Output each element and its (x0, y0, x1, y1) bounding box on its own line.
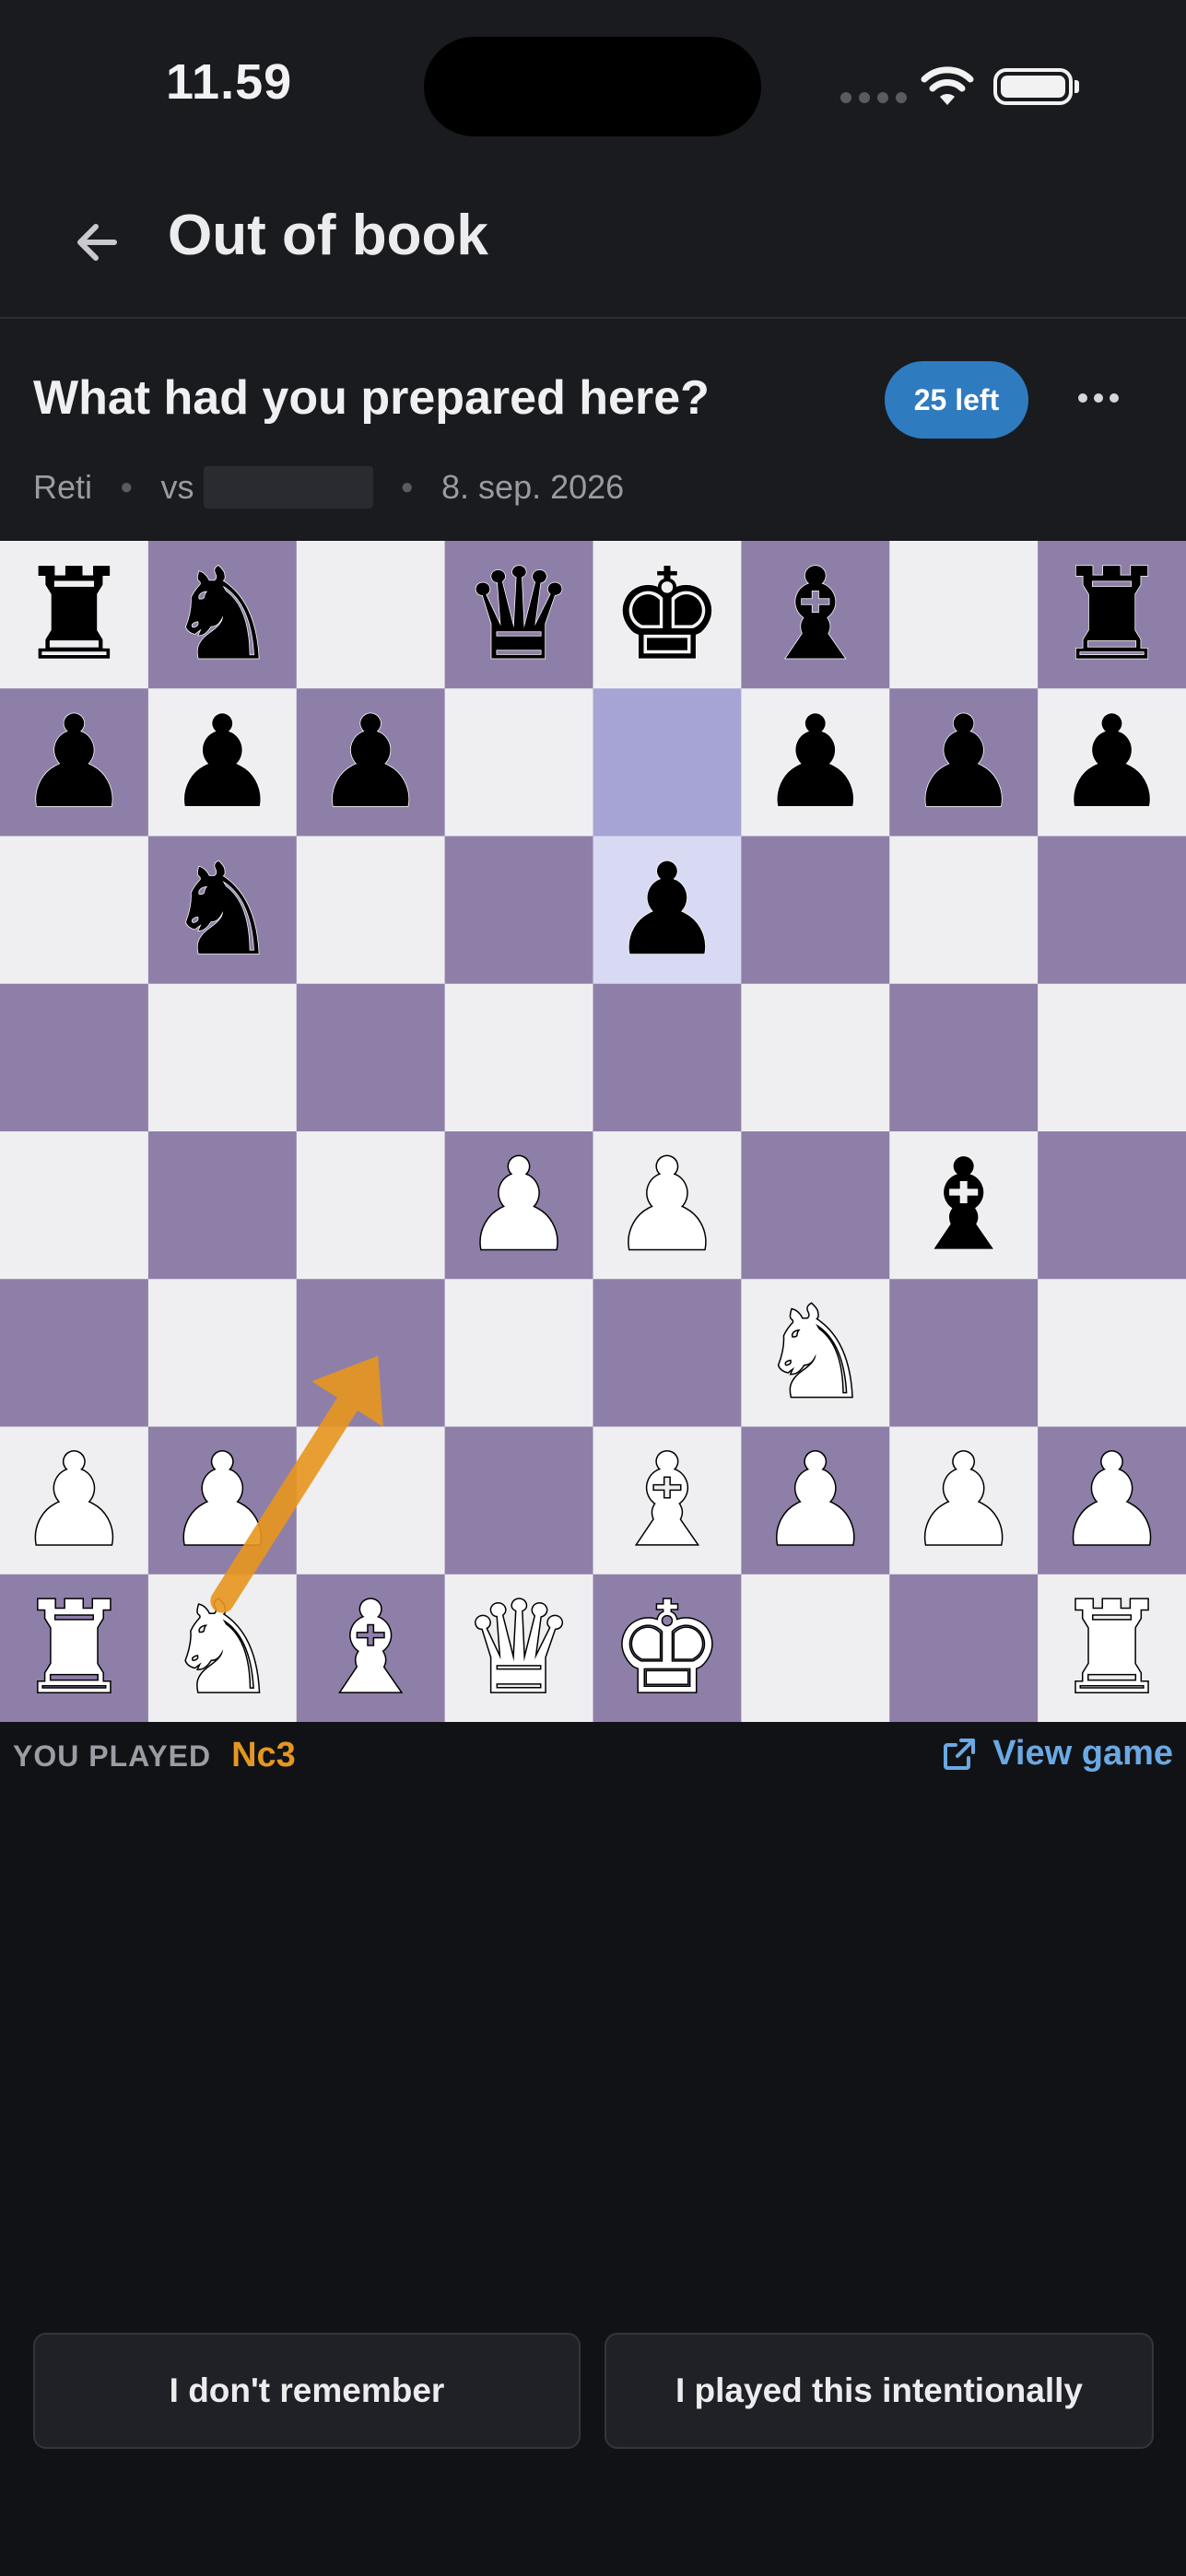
played-intentionally-button[interactable]: I played this intentionally (605, 2333, 1154, 2449)
prompt-question: What had you prepared here? (33, 371, 710, 425)
black-pawn-piece-b7[interactable]: ♟ (165, 687, 280, 837)
black-bishop-piece-f8[interactable]: ♝ (757, 541, 873, 689)
black-pawn-piece-h7[interactable]: ♟ (1054, 687, 1169, 837)
page-title: Out of book (168, 204, 488, 267)
square-c5[interactable] (296, 983, 446, 1132)
square-c8[interactable] (296, 541, 446, 689)
square-g3[interactable] (889, 1279, 1039, 1428)
black-rook-piece-a8[interactable]: ♜ (17, 541, 132, 689)
you-played-label: YOU PLAYED (13, 1739, 212, 1773)
square-f5[interactable] (741, 983, 890, 1132)
square-a5[interactable] (0, 983, 149, 1132)
meta-separator: ● (120, 474, 134, 499)
app-bar: Out of book (0, 166, 1186, 319)
black-pawn-piece-a7[interactable]: ♟ (17, 687, 132, 837)
vs-label: vs (160, 468, 194, 506)
square-f6[interactable] (741, 836, 890, 985)
square-h5[interactable] (1038, 983, 1186, 1132)
redacted-opponent-name (203, 466, 373, 509)
white-king-piece-e1[interactable]: ♚ (609, 1573, 726, 1722)
remaining-badge: 25 left (885, 361, 1028, 439)
game-meta: Reti ● vs ● 8. sep. 2026 (33, 466, 624, 509)
white-pawn-piece-f2[interactable]: ♟ (757, 1425, 875, 1576)
square-f1[interactable] (741, 1574, 890, 1722)
square-g8[interactable] (889, 541, 1039, 689)
square-g1[interactable] (889, 1574, 1039, 1722)
status-time: 11.59 (166, 54, 293, 110)
black-knight-piece-b6[interactable]: ♞ (165, 835, 280, 985)
white-pawn-piece-d4[interactable]: ♟ (461, 1130, 578, 1281)
square-b5[interactable] (147, 983, 298, 1132)
square-c6[interactable] (296, 836, 446, 985)
square-g6[interactable] (889, 836, 1039, 985)
wifi-icon (921, 66, 974, 105)
square-h4[interactable] (1038, 1131, 1186, 1280)
square-f4[interactable] (741, 1131, 890, 1280)
black-knight-piece-b8[interactable]: ♞ (165, 541, 280, 689)
black-pawn-piece-c7[interactable]: ♟ (313, 687, 429, 837)
black-pawn-piece-f7[interactable]: ♟ (757, 687, 873, 837)
white-rook-piece-a1[interactable]: ♜ (16, 1573, 133, 1722)
white-pawn-piece-h2[interactable]: ♟ (1053, 1425, 1170, 1576)
more-options-icon[interactable] (1078, 380, 1133, 416)
square-a4[interactable] (0, 1131, 149, 1280)
square-h6[interactable] (1038, 836, 1186, 985)
view-game-label: View game (992, 1734, 1173, 1773)
white-pawn-piece-a2[interactable]: ♟ (16, 1425, 133, 1576)
black-pawn-piece-g7[interactable]: ♟ (906, 687, 1021, 837)
square-e7[interactable] (593, 688, 742, 837)
white-knight-piece-f3[interactable]: ♞ (757, 1277, 875, 1428)
black-pawn-piece-e6[interactable]: ♟ (609, 835, 724, 985)
dont-remember-button[interactable]: I don't remember (33, 2333, 581, 2449)
square-d7[interactable] (444, 688, 594, 837)
white-pawn-piece-e4[interactable]: ♟ (609, 1130, 726, 1281)
meta-separator: ● (400, 474, 415, 499)
chess-board[interactable]: ♜ ♞ ♛ ♚ ♝ ♜ ♟ ♟ ♟ ♟ ♟ ♟ ♞ ♟ ♟ ♟ ♝ ♞ ♟ ♟ ♝ ♟ ♟ ♟ ♜ ♞ ♝ ♛ ♚ ♜ (0, 541, 1186, 1722)
game-date: 8. sep. 2026 (441, 468, 625, 506)
white-bishop-piece-e2[interactable]: ♝ (609, 1425, 726, 1576)
you-played-row: YOU PLAYED Nc3 (13, 1736, 296, 1775)
opening-name: Reti (33, 468, 93, 506)
black-bishop-piece-g4[interactable]: ♝ (906, 1130, 1021, 1281)
square-c4[interactable] (296, 1131, 446, 1280)
cellular-signal-icon (840, 92, 907, 103)
square-b4[interactable] (147, 1131, 298, 1280)
square-a6[interactable] (0, 836, 149, 985)
chess-board-svg[interactable]: ♜ ♞ ♛ ♚ ♝ ♜♟ ♟ ♟ ♟ ♟ ♟♞ ♟♟ ♟ ♝♞♟ ♟ ♝ ♟ ♟ ♟♜ ♞ ♝ ♛ ♚ ♜ (0, 541, 1186, 1722)
black-queen-piece-d8[interactable]: ♛ (462, 541, 577, 689)
white-queen-piece-d1[interactable]: ♛ (461, 1573, 578, 1722)
square-a3[interactable] (0, 1279, 149, 1428)
back-arrow-icon[interactable] (65, 210, 129, 275)
external-link-icon (944, 1738, 976, 1770)
dynamic-island (424, 37, 761, 136)
view-game-link[interactable]: View game (941, 1734, 1173, 1774)
white-pawn-piece-g2[interactable]: ♟ (905, 1425, 1022, 1576)
white-rook-piece-h1[interactable]: ♜ (1053, 1573, 1170, 1722)
prompt-header: What had you prepared here? 25 left Reti… (0, 319, 1186, 540)
battery-icon (993, 68, 1079, 105)
square-d5[interactable] (444, 983, 594, 1132)
black-rook-piece-h8[interactable]: ♜ (1054, 541, 1169, 689)
white-bishop-piece-c1[interactable]: ♝ (312, 1573, 429, 1722)
black-king-piece-e8[interactable]: ♚ (609, 541, 724, 689)
status-bar: 11.59 (0, 0, 1186, 166)
square-e3[interactable] (593, 1279, 742, 1428)
square-g5[interactable] (889, 983, 1039, 1132)
square-e5[interactable] (593, 983, 742, 1132)
played-move: Nc3 (231, 1736, 296, 1774)
square-h3[interactable] (1038, 1279, 1186, 1428)
square-b3[interactable] (147, 1279, 298, 1428)
square-d6[interactable] (444, 836, 594, 985)
square-d2[interactable] (444, 1426, 594, 1575)
square-d3[interactable] (444, 1279, 594, 1428)
